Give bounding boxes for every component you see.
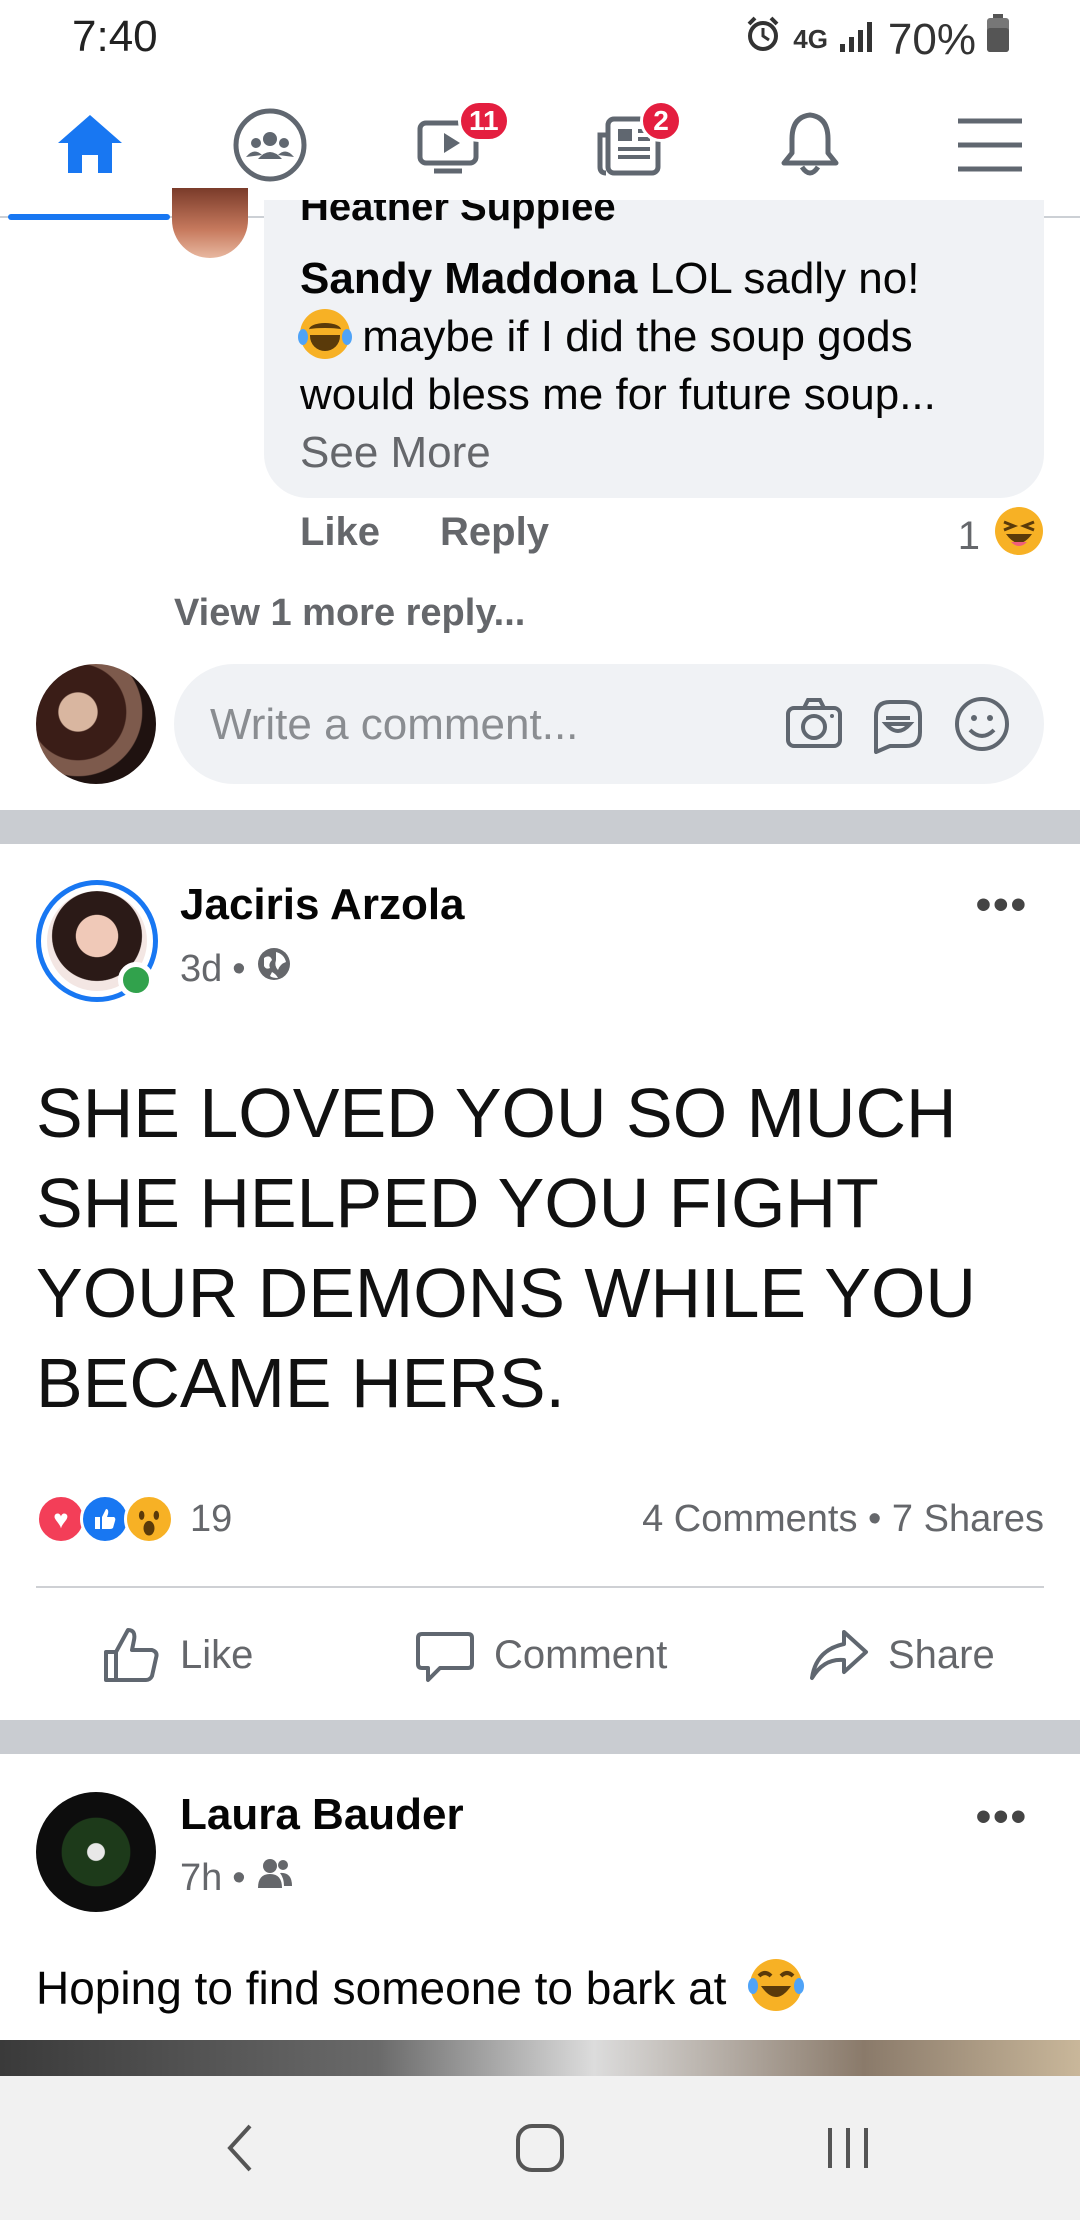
- feed-divider: [0, 810, 1080, 844]
- post2-author-name[interactable]: Laura Bauder: [180, 1790, 464, 1840]
- feed-divider: [0, 1720, 1080, 1754]
- recent-apps-icon[interactable]: [818, 2118, 878, 2178]
- comment-author[interactable]: Sandy Maddona: [300, 254, 637, 303]
- post2-text: Hoping to find someone to bark at: [36, 1962, 727, 2014]
- watch-badge: 11: [458, 100, 510, 142]
- post2-options-icon[interactable]: •••: [976, 1792, 1028, 1842]
- haha-reaction-icon: [994, 506, 1044, 566]
- comment-reaction-count: 1: [957, 513, 980, 558]
- status-time: 7:40: [72, 12, 158, 61]
- meta-separator: •: [232, 947, 246, 990]
- camera-icon[interactable]: [784, 694, 844, 754]
- top-navigation: 11 2: [0, 72, 1080, 220]
- network-type-label: 4G: [793, 24, 828, 54]
- nav-news[interactable]: 2: [540, 72, 720, 218]
- status-indicators: 4G 70%: [743, 14, 1010, 65]
- tears-of-joy-emoji-icon: [747, 1956, 805, 2025]
- post-reaction-count: 19: [190, 1497, 233, 1540]
- post-timestamp[interactable]: 3d: [180, 948, 222, 991]
- post-like-button[interactable]: Like: [100, 1620, 253, 1690]
- post-actions-divider: [36, 1586, 1044, 1588]
- share-icon: [810, 1630, 868, 1680]
- post-options-icon[interactable]: •••: [976, 880, 1028, 930]
- post-body-text: SHE LOVED YOU SO MUCH SHE HELPED YOU FIG…: [36, 1074, 976, 1422]
- love-reaction-icon: ♥: [36, 1494, 86, 1544]
- like-label: Like: [180, 1632, 254, 1677]
- comments-shares-summary: 4 Comments • 7 Shares: [642, 1498, 1044, 1541]
- emoji-icon[interactable]: [952, 694, 1012, 754]
- home-icon: [58, 115, 122, 173]
- active-tab-indicator: [8, 214, 170, 220]
- online-status-indicator: [118, 962, 154, 998]
- post2-timestamp[interactable]: 7h: [180, 1857, 222, 1900]
- post-reactions-summary[interactable]: ♥ 19: [36, 1494, 232, 1544]
- status-bar: 7:40 4G 70%: [0, 0, 1080, 72]
- nav-menu[interactable]: [900, 72, 1080, 218]
- post-meta: 3d •: [180, 946, 292, 992]
- comment-label: Comment: [494, 1632, 668, 1677]
- reply-author-avatar[interactable]: [172, 188, 248, 258]
- view-more-replies-link[interactable]: View 1 more reply...: [174, 592, 525, 635]
- comment-text-part-2: maybe if I did the soup gods would bless…: [300, 312, 936, 419]
- see-more-link[interactable]: See More: [300, 428, 491, 477]
- battery-icon: [986, 14, 1010, 65]
- globe-icon: [256, 946, 292, 992]
- comment-icon: [416, 1632, 474, 1682]
- share-label: Share: [888, 1632, 995, 1677]
- shares-count-link[interactable]: 7 Shares: [892, 1498, 1044, 1540]
- tears-of-joy-emoji-icon: [298, 309, 352, 359]
- news-badge: 2: [640, 100, 682, 142]
- meta-separator: •: [232, 1856, 246, 1899]
- signal-icon: [838, 15, 878, 65]
- system-navigation-bar: [0, 2076, 1080, 2220]
- post-comment-button[interactable]: Comment: [414, 1620, 667, 1690]
- nav-watch[interactable]: 11: [360, 72, 540, 218]
- comment-reaction-summary[interactable]: 1: [958, 506, 1044, 566]
- post2-meta: 7h •: [180, 1856, 294, 1900]
- write-comment-input[interactable]: Write a comment...: [174, 664, 1044, 784]
- groups-icon: [233, 108, 307, 182]
- summary-separator: •: [868, 1498, 892, 1540]
- like-reaction-icon: [80, 1494, 130, 1544]
- comment-like-button[interactable]: Like: [300, 510, 380, 555]
- notifications-icon: [781, 112, 839, 176]
- comment-attachment-icons: [784, 694, 1012, 754]
- comments-count-link[interactable]: 4 Comments: [642, 1498, 857, 1540]
- post2-photo[interactable]: [0, 2040, 1080, 2076]
- comment-text-part-1: LOL sadly no!: [637, 254, 920, 303]
- post-author-name[interactable]: Jaciris Arzola: [180, 880, 465, 930]
- comment-reply-button[interactable]: Reply: [440, 510, 549, 555]
- comment-partial-author[interactable]: Heather Supplee: [300, 200, 616, 236]
- thumbs-up-icon: [104, 1628, 159, 1682]
- gif-sticker-icon[interactable]: [868, 694, 928, 754]
- home-button-icon[interactable]: [510, 2118, 570, 2178]
- post2-body-text: Hoping to find someone to bark at: [36, 1956, 805, 2025]
- back-icon[interactable]: [212, 2118, 272, 2178]
- current-user-avatar[interactable]: [36, 664, 156, 784]
- nav-home[interactable]: [0, 72, 180, 220]
- comment-actions: Like Reply: [300, 510, 549, 555]
- friends-audience-icon: [256, 1856, 294, 1900]
- post-share-button[interactable]: Share: [808, 1620, 995, 1690]
- battery-percent: 70%: [887, 14, 976, 64]
- post2-author-avatar[interactable]: [36, 1792, 156, 1912]
- nav-notifications[interactable]: [720, 72, 900, 218]
- write-comment-placeholder: Write a comment...: [210, 700, 579, 749]
- alarm-icon: [743, 14, 783, 65]
- menu-icon: [958, 118, 1022, 172]
- comment-text: Sandy Maddona LOL sadly no! maybe if I d…: [298, 250, 1020, 482]
- wow-reaction-icon: [124, 1494, 174, 1544]
